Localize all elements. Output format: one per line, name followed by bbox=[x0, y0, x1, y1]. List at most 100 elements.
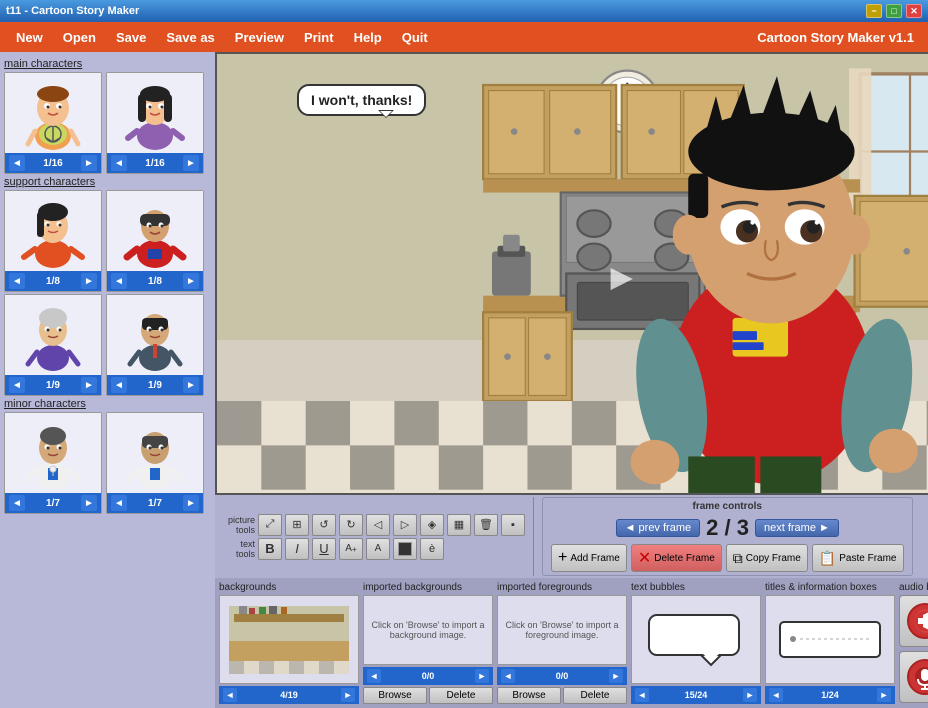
maximize-button[interactable]: □ bbox=[886, 4, 902, 18]
imported-fg-next[interactable]: ► bbox=[609, 669, 623, 683]
tool-expand[interactable]: ⤢ bbox=[258, 514, 282, 536]
char-5-label: 1/9 bbox=[46, 380, 60, 391]
tool-misc[interactable]: ▪ bbox=[501, 514, 525, 536]
tool-flip-h[interactable]: ◁ bbox=[366, 514, 390, 536]
browse-fg-button[interactable]: Browse bbox=[497, 687, 561, 704]
character-image-3 bbox=[5, 191, 101, 271]
text-bubble-preview[interactable] bbox=[631, 595, 761, 684]
menu-help[interactable]: Help bbox=[344, 26, 392, 49]
left-panel: main characters bbox=[0, 52, 215, 708]
menu-preview[interactable]: Preview bbox=[225, 26, 294, 49]
character-card-5[interactable]: ◄ 1/9 ► bbox=[4, 294, 102, 396]
menu-print[interactable]: Print bbox=[294, 26, 344, 49]
char-4-prev[interactable]: ◄ bbox=[111, 273, 127, 289]
menu-quit[interactable]: Quit bbox=[392, 26, 438, 49]
text-bold-button[interactable]: B bbox=[258, 538, 282, 560]
tool-redo[interactable]: ↻ bbox=[339, 514, 363, 536]
character-nav-1: ◄ 1/16 ► bbox=[5, 153, 101, 173]
text-color-button[interactable] bbox=[393, 538, 417, 560]
titles-preview[interactable] bbox=[765, 595, 895, 684]
character-image-6 bbox=[107, 295, 203, 375]
imported-bg-next[interactable]: ► bbox=[475, 669, 489, 683]
delete-bg-button[interactable]: Delete bbox=[429, 687, 493, 704]
character-nav-3: ◄ 1/8 ► bbox=[5, 271, 101, 291]
right-area: I won't, thanks! picturetools ⤢ ⊞ ↺ ↻ ◁ … bbox=[215, 52, 928, 708]
char-6-prev[interactable]: ◄ bbox=[111, 377, 127, 393]
text-bubbles-nav: ◄ 15/24 ► bbox=[631, 686, 761, 704]
backgrounds-nav: ◄ 4/19 ► bbox=[219, 686, 359, 704]
text-underline-button[interactable]: U bbox=[312, 538, 336, 560]
delete-fg-button[interactable]: Delete bbox=[563, 687, 627, 704]
titlebar: t11 - Cartoon Story Maker − □ ✕ bbox=[0, 0, 928, 22]
audio-bubbles-label: audio bubbles bbox=[899, 582, 928, 593]
char-7-prev[interactable]: ◄ bbox=[9, 495, 25, 511]
char-8-next[interactable]: ► bbox=[183, 495, 199, 511]
char-1-next[interactable]: ► bbox=[81, 155, 97, 171]
char-5-next[interactable]: ► bbox=[81, 377, 97, 393]
text-bubbles-section: text bubbles ◄ 15/24 ► bbox=[631, 582, 761, 704]
titles-label: titles & information boxes bbox=[765, 582, 895, 593]
tool-undo[interactable]: ↺ bbox=[312, 514, 336, 536]
char-6-next[interactable]: ► bbox=[183, 377, 199, 393]
delete-frame-button[interactable]: ✕ Delete Frame bbox=[631, 544, 722, 572]
audio-play-button[interactable] bbox=[899, 595, 928, 647]
imported-bg-prev[interactable]: ◄ bbox=[367, 669, 381, 683]
char-1-prev[interactable]: ◄ bbox=[9, 155, 25, 171]
menu-new[interactable]: New bbox=[6, 26, 53, 49]
character-card-7[interactable]: ◄ 1/7 ► bbox=[4, 412, 102, 514]
tool-flip-v[interactable]: ▷ bbox=[393, 514, 417, 536]
bg-prev[interactable]: ◄ bbox=[223, 688, 237, 702]
copy-frame-button[interactable]: ⧉ Copy Frame bbox=[726, 544, 808, 572]
next-frame-button[interactable]: next frame ► bbox=[755, 519, 839, 537]
char-2-prev[interactable]: ◄ bbox=[111, 155, 127, 171]
add-frame-button[interactable]: + Add Frame bbox=[551, 544, 627, 572]
tool-center[interactable]: ◈ bbox=[420, 514, 444, 536]
char-3-prev[interactable]: ◄ bbox=[9, 273, 25, 289]
char-8-prev[interactable]: ◄ bbox=[111, 495, 127, 511]
imported-fg-prev[interactable]: ◄ bbox=[501, 669, 515, 683]
titles-next[interactable]: ► bbox=[877, 688, 891, 702]
bg-next[interactable]: ► bbox=[341, 688, 355, 702]
background-preview[interactable] bbox=[219, 595, 359, 684]
tool-grid[interactable]: ▦ bbox=[447, 514, 471, 536]
character-card-4[interactable]: ◄ 1/8 ► bbox=[106, 190, 204, 292]
frame-controls-label: frame controls bbox=[693, 501, 762, 512]
character-card-3[interactable]: ◄ 1/8 ► bbox=[4, 190, 102, 292]
imported-bg-label: imported backgrounds bbox=[363, 582, 493, 593]
menu-open[interactable]: Open bbox=[53, 26, 106, 49]
browse-bg-button[interactable]: Browse bbox=[363, 687, 427, 704]
character-card-2[interactable]: ◄ 1/16 ► bbox=[106, 72, 204, 174]
text-bubble-prev[interactable]: ◄ bbox=[635, 688, 649, 702]
text-bubble-next[interactable]: ► bbox=[743, 688, 757, 702]
text-font-down-button[interactable]: A bbox=[366, 538, 390, 560]
text-font-up-button[interactable]: A+ bbox=[339, 538, 363, 560]
kitchen-scene bbox=[217, 54, 928, 493]
menu-saveas[interactable]: Save as bbox=[156, 26, 224, 49]
imported-bg-section: imported backgrounds Click on 'Browse' t… bbox=[363, 582, 493, 704]
imported-bg-buttons: Browse Delete bbox=[363, 687, 493, 704]
text-special-button[interactable]: è bbox=[420, 538, 444, 560]
minimize-button[interactable]: − bbox=[866, 4, 882, 18]
char-2-next[interactable]: ► bbox=[183, 155, 199, 171]
char-7-next[interactable]: ► bbox=[81, 495, 97, 511]
prev-frame-button[interactable]: ◄ prev frame bbox=[616, 519, 701, 537]
titles-prev[interactable]: ◄ bbox=[769, 688, 783, 702]
paste-frame-button[interactable]: 📋 Paste Frame bbox=[812, 544, 904, 572]
titlebar-title: t11 - Cartoon Story Maker bbox=[6, 5, 139, 17]
character-card-6[interactable]: ◄ 1/9 ► bbox=[106, 294, 204, 396]
text-italic-button[interactable]: I bbox=[285, 538, 309, 560]
character-image-5 bbox=[5, 295, 101, 375]
character-card-8[interactable]: ◄ 1/7 ► bbox=[106, 412, 204, 514]
menu-save[interactable]: Save bbox=[106, 26, 156, 49]
character-card-1[interactable]: ◄ 1/16 ► bbox=[4, 72, 102, 174]
audio-record-button[interactable] bbox=[899, 651, 928, 703]
char-4-next[interactable]: ► bbox=[183, 273, 199, 289]
char-5-prev[interactable]: ◄ bbox=[9, 377, 25, 393]
character-nav-8: ◄ 1/7 ► bbox=[107, 493, 203, 513]
toolbar-separator bbox=[533, 497, 534, 576]
tool-select[interactable]: ⊞ bbox=[285, 514, 309, 536]
char-3-next[interactable]: ► bbox=[81, 273, 97, 289]
tool-delete-obj[interactable]: 🗑 bbox=[474, 514, 498, 536]
close-button[interactable]: ✕ bbox=[906, 4, 922, 18]
character-nav-6: ◄ 1/9 ► bbox=[107, 375, 203, 395]
